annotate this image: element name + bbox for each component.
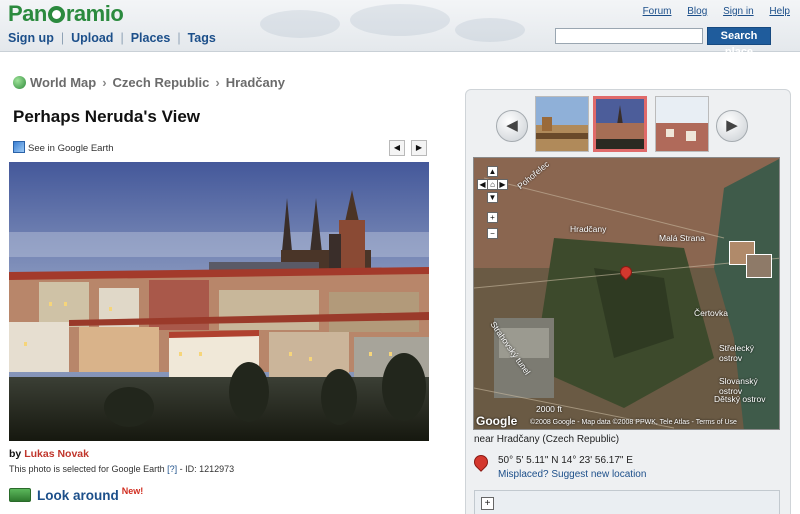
logo-text-post: ramio [65,1,124,26]
search-place-button[interactable]: Search place [707,27,771,58]
search-input[interactable] [555,28,703,44]
world-map-decoration [260,4,525,42]
sign-in-link[interactable]: Sign in [723,6,754,17]
breadcrumb: World Map › Czech Republic › Hradčany [13,75,285,90]
suggest-location-link[interactable]: Misplaced? Suggest new location [498,469,646,480]
globe-icon [13,76,26,89]
nav-places[interactable]: Places [131,31,171,45]
map-photo-thumbnail[interactable] [746,254,772,278]
map-copyright: ©2008 Google - Map data ©2008 PPWK, Tele… [530,419,737,426]
selected-note-text: This photo is selected for Google Earth [9,464,165,474]
nav-upload[interactable]: Upload [71,31,113,45]
map-pan-right-icon[interactable]: ▶ [497,179,508,190]
map-pan-up-icon[interactable]: ▲ [487,166,498,177]
map-zoom-out-icon[interactable]: − [487,228,498,239]
map-label: Hradčany [570,224,607,234]
current-thumbnail[interactable] [593,96,647,152]
breadcrumb-place[interactable]: Hradčany [226,75,285,90]
thumbnail-image [656,97,708,151]
coordinates: 50° 5' 5.11" N 14° 23' 56.17" E [498,455,633,466]
logo-text-pre: Pan [8,1,47,26]
new-badge: New! [121,486,144,496]
logo-o-icon [47,6,65,23]
next-nearby-button[interactable]: ▶ [716,110,748,142]
overview-zoom-in-icon[interactable]: + [481,497,494,510]
next-photo-button[interactable]: ▶ [411,140,427,156]
google-logo: Google [476,414,518,428]
satellite-map[interactable]: ▲ ◀ ▶ ⌂ ▼ + − Hradčany Malá Strana Čerto… [473,157,780,430]
google-earth-link[interactable]: See in Google Earth [13,141,114,154]
overview-map[interactable] [474,490,780,514]
byline: by Lukas Novak [9,448,89,460]
left-triangle-icon: ◀ [393,143,401,152]
google-earth-selection-note: This photo is selected for Google Earth … [9,464,234,474]
help-link[interactable]: [?] [167,464,177,474]
breadcrumb-separator-icon: › [102,75,107,90]
right-triangle-icon: ▶ [415,143,423,152]
breadcrumb-separator-icon: › [215,75,220,90]
breadcrumb-world-map[interactable]: World Map [30,75,96,90]
previous-photo-button[interactable]: ◀ [389,140,405,156]
help-link[interactable]: Help [769,6,790,17]
right-arrow-icon: ▶ [726,117,738,134]
map-pan-down-icon[interactable]: ▼ [487,192,498,203]
map-center-icon[interactable]: ⌂ [487,179,498,190]
thumbnail-image [536,97,588,151]
thumbnail-image [596,99,644,149]
left-arrow-icon: ◀ [506,117,518,134]
previous-nearby-button[interactable]: ◀ [496,110,528,142]
nav-tags[interactable]: Tags [188,31,216,45]
nearby-thumbnail[interactable] [535,96,589,152]
main-photo[interactable] [9,162,429,441]
map-scale: 2000 ft [536,404,562,414]
look-around-link[interactable]: Look around New! [9,486,143,503]
map-zoom-in-icon[interactable]: + [487,212,498,223]
map-label: Slovanský ostrov [719,376,758,396]
photo-title: Perhaps Neruda's View [13,107,201,126]
look-around-icon [9,488,31,502]
map-label: Malá Strana [659,233,705,243]
map-label: Střelecký ostrov [719,343,754,363]
photo-id: - ID: 1212973 [179,464,235,474]
byline-prefix: by [9,448,22,460]
look-around-label: Look around [37,488,119,503]
nav-sign-up[interactable]: Sign up [8,31,54,45]
forum-link[interactable]: Forum [643,6,672,17]
top-links: Forum Blog Sign in Help [630,6,790,17]
prague-castle-photo [9,162,429,441]
header: Pan ramio Sign up | Upload | Places | Tags Foru… [0,0,800,58]
map-label: Čertovka [694,308,729,318]
google-earth-label: See in Google Earth [28,143,114,154]
breadcrumb-country[interactable]: Czech Republic [113,75,210,90]
blog-link[interactable]: Blog [687,6,707,17]
location-label: near Hradčany (Czech Republic) [474,434,620,445]
google-earth-icon [13,141,25,153]
author-link[interactable]: Lukas Novak [24,448,89,460]
main-nav: Sign up | Upload | Places | Tags [8,31,216,45]
map-label: Dětský ostrov [714,394,766,404]
panoramio-logo[interactable]: Pan ramio [8,1,124,27]
nearby-thumbnail[interactable] [655,96,709,152]
